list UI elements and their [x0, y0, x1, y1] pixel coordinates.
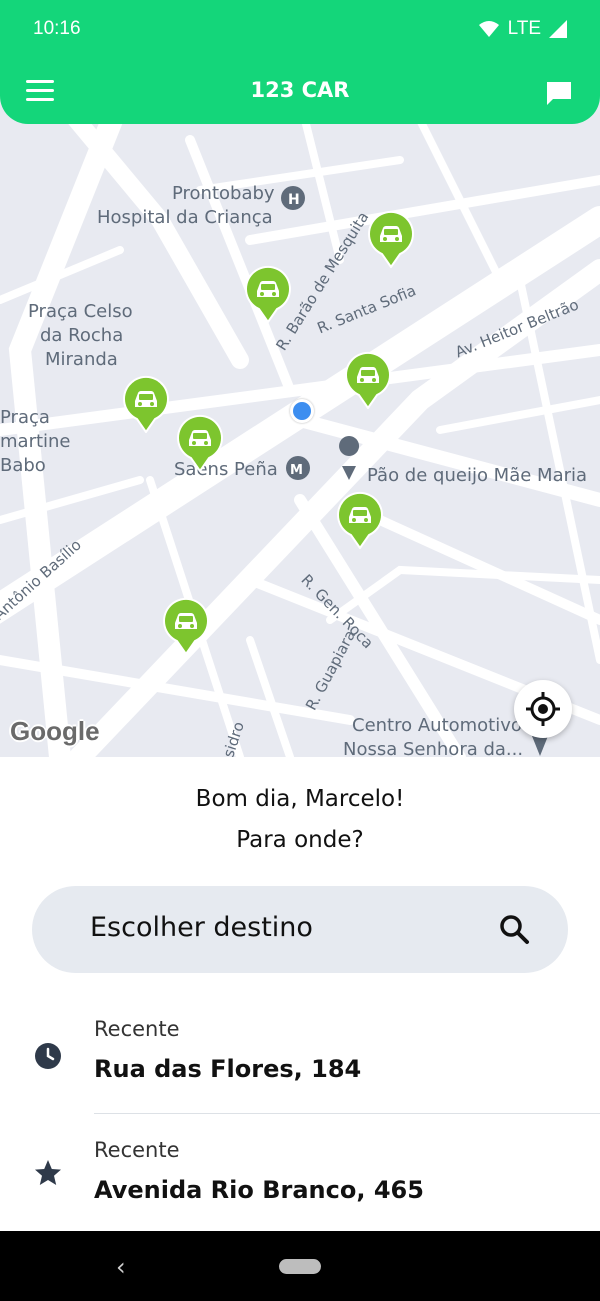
list-divider	[94, 1113, 600, 1114]
home-pill[interactable]	[279, 1259, 321, 1274]
map-label-hospital-name: Hospital da Criança	[97, 207, 273, 228]
svg-text:H: H	[288, 192, 300, 208]
map-label-praca: Praça Celso	[28, 301, 133, 322]
app-title: 123 CAR	[250, 78, 350, 102]
car-marker-icon[interactable]	[176, 414, 224, 472]
signal-icon	[549, 20, 567, 38]
svg-text:M: M	[290, 463, 303, 478]
car-marker-icon[interactable]	[122, 375, 170, 433]
map-label-praca-left: Babo	[0, 455, 46, 476]
status-time: 10:16	[33, 18, 81, 39]
search-label: Escolher destino	[90, 912, 313, 943]
app-bar: 123 CAR	[0, 60, 600, 124]
recent-destination-item[interactable]: Recente Avenida Rio Branco, 465	[0, 1121, 600, 1231]
google-logo: Google	[10, 716, 100, 746]
map-label-centro: Nossa Senhora da...	[343, 739, 524, 757]
car-marker-icon[interactable]	[367, 210, 415, 268]
map-label-praca: Miranda	[45, 349, 118, 370]
my-location-button[interactable]	[514, 680, 572, 738]
greeting-text: Bom dia, Marcelo!	[195, 786, 405, 812]
car-marker-icon[interactable]	[336, 491, 384, 549]
destination-search[interactable]: Escolher destino	[32, 886, 568, 973]
recent-destination-item[interactable]: Recente Rua das Flores, 184	[0, 1000, 600, 1110]
status-bar: 10:16 LTE	[0, 0, 600, 60]
clock-icon	[35, 1043, 61, 1069]
map-label-praca-left: martine	[0, 431, 71, 452]
recent-label: Recente	[94, 1017, 180, 1041]
recent-address: Rua das Flores, 184	[94, 1055, 362, 1083]
map-label-praca: da Rocha	[40, 325, 124, 346]
user-location-dot	[290, 399, 314, 423]
destination-question: Para onde?	[236, 827, 364, 853]
network-label: LTE	[507, 18, 541, 39]
car-marker-icon[interactable]	[162, 597, 210, 655]
chat-bubble-icon[interactable]	[545, 80, 573, 106]
wifi-icon	[478, 21, 499, 37]
map-label-centro: Centro Automotivo	[352, 715, 522, 736]
back-chevron-icon[interactable]: ‹	[116, 1253, 126, 1281]
map-label-poi: Pão de queijo Mãe Maria	[367, 465, 588, 486]
map-label-praca-left: Praça	[0, 407, 50, 428]
car-marker-icon[interactable]	[244, 265, 292, 323]
map-roads: H M	[0, 100, 600, 757]
map-view[interactable]: H M Prontobaby Hospital da Criança Praça…	[0, 100, 600, 757]
system-nav-bar: ‹	[0, 1231, 600, 1301]
car-marker-icon[interactable]	[344, 351, 392, 409]
recent-address: Avenida Rio Branco, 465	[94, 1176, 424, 1204]
star-icon	[35, 1160, 61, 1185]
my-location-icon	[526, 692, 560, 726]
search-icon[interactable]	[498, 913, 530, 945]
recent-label: Recente	[94, 1138, 180, 1162]
status-indicators: LTE	[478, 18, 567, 40]
map-label-hospital: Prontobaby	[172, 183, 275, 204]
